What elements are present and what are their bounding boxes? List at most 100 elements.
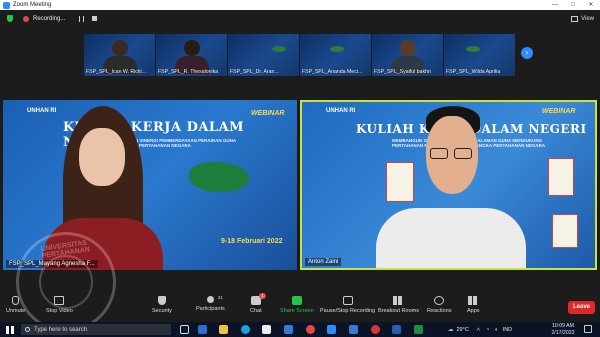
breakout-rooms-label: Breakout Rooms bbox=[378, 308, 419, 314]
microphone-muted-icon bbox=[12, 296, 20, 305]
map-graphic bbox=[330, 46, 344, 52]
unmute-button[interactable]: Unmute bbox=[6, 296, 25, 314]
participants-icon: 21 bbox=[206, 295, 223, 303]
recording-control-label: Pause/Stop Recording bbox=[320, 308, 376, 314]
app-taskbar-icon[interactable] bbox=[371, 325, 380, 334]
glasses-left bbox=[430, 148, 448, 159]
pause-recording-icon[interactable] bbox=[79, 15, 85, 22]
participant-name: FSP_SPL_Syaiful bakhri bbox=[374, 69, 431, 75]
share-screen-icon bbox=[291, 296, 302, 305]
shield-icon[interactable] bbox=[7, 15, 13, 22]
volume-icon[interactable]: ◖ bbox=[494, 327, 497, 333]
participant-name: FSP_SPL_Wilda Aprilia bbox=[446, 69, 501, 75]
stop-video-label: Stop Video bbox=[46, 308, 73, 314]
taskbar-clock[interactable]: 10:09 AM 2/17/2022 bbox=[550, 322, 576, 337]
wifi-icon[interactable]: ◔ bbox=[486, 327, 489, 333]
participant-thumbnail[interactable]: FSP_SPL_Dr. Aran... bbox=[228, 34, 299, 76]
stop-recording-icon[interactable] bbox=[92, 16, 98, 21]
banner-webinar: WEBINAR bbox=[251, 110, 285, 117]
app-taskbar-icon[interactable] bbox=[198, 325, 207, 334]
glasses-right bbox=[454, 148, 472, 159]
clock-time: 10:09 AM bbox=[552, 323, 574, 329]
security-button[interactable]: Security bbox=[152, 296, 172, 314]
store-icon[interactable] bbox=[262, 325, 271, 334]
weather-temperature[interactable]: 29°C bbox=[457, 327, 469, 333]
banner-org: UNHAN RI bbox=[326, 108, 356, 114]
mail-icon[interactable] bbox=[284, 325, 293, 334]
map-graphic bbox=[466, 46, 480, 52]
share-screen-label: Share Screen bbox=[280, 308, 314, 314]
grid-icon bbox=[571, 15, 579, 22]
pause-stop-icon bbox=[342, 296, 353, 305]
participant-thumbnail[interactable]: FSP_SPL_Syaiful bakhri bbox=[372, 34, 443, 76]
participant-thumbnail[interactable]: FSP_SPL_Ananda Meci... bbox=[300, 34, 371, 76]
speaker-photo-card bbox=[386, 162, 414, 202]
maximize-button[interactable]: □ bbox=[564, 0, 582, 10]
shield-icon bbox=[157, 296, 166, 305]
notification-icon[interactable] bbox=[584, 325, 592, 333]
edge-browser-icon[interactable] bbox=[241, 325, 250, 334]
breakout-rooms-button[interactable]: Breakout Rooms bbox=[378, 296, 419, 314]
clock-date: 2/17/2022 bbox=[551, 330, 575, 336]
window-title: Zoom Meeting bbox=[13, 2, 52, 8]
stop-video-button[interactable]: Stop Video bbox=[46, 296, 73, 314]
unmute-label: Unmute bbox=[6, 308, 26, 314]
meeting-controls: Unmute Stop Video Security 21 Participan… bbox=[0, 292, 600, 322]
chat-unread-badge: 1 bbox=[259, 293, 266, 299]
view-label: View bbox=[581, 15, 594, 22]
banner-webinar: WEBINAR bbox=[542, 108, 576, 115]
word-icon[interactable] bbox=[392, 325, 401, 334]
excel-icon[interactable] bbox=[414, 325, 423, 334]
apps-icon bbox=[468, 296, 479, 305]
security-label: Security bbox=[152, 308, 172, 314]
video-tile-active-speaker[interactable]: UNHAN RI WEBINAR KULIAH KERJA DALAM NEGE… bbox=[300, 100, 597, 270]
participant-thumbnail[interactable]: FSP_SPL_Ican W. Ricki... bbox=[84, 34, 155, 76]
map-graphic bbox=[272, 46, 286, 52]
participant-head bbox=[400, 40, 416, 56]
search-placeholder: Type here to search bbox=[34, 326, 88, 333]
recording-label: Recording... bbox=[33, 15, 66, 22]
chrome-browser-icon[interactable] bbox=[306, 325, 315, 334]
view-button[interactable]: View bbox=[571, 15, 594, 22]
smiley-icon bbox=[434, 296, 445, 305]
apps-label: Apps bbox=[467, 308, 480, 314]
apps-button[interactable]: Apps bbox=[467, 296, 480, 314]
participant-thumbnail[interactable]: FSP_SPL_Wilda Aprilia bbox=[444, 34, 515, 76]
participant-thumbnail[interactable]: FSP_SPL_R. Thesalonika bbox=[156, 34, 227, 76]
pause-stop-recording-button[interactable]: Pause/Stop Recording bbox=[320, 296, 375, 314]
participant-name: FSP_SPL_R. Thesalonika bbox=[158, 69, 219, 75]
video-camera-icon bbox=[54, 296, 65, 305]
recording-icon bbox=[23, 15, 29, 22]
participant-name: FSP_SPL_Ananda Meci... bbox=[302, 69, 363, 75]
participant-head bbox=[112, 40, 128, 56]
window-controls: — □ ✕ bbox=[546, 0, 600, 10]
task-view-icon[interactable] bbox=[180, 325, 189, 334]
share-screen-button[interactable]: Share Screen bbox=[280, 296, 314, 314]
chat-label: Chat bbox=[250, 308, 262, 314]
windows-start-icon[interactable] bbox=[6, 325, 14, 334]
leave-button[interactable]: Leave bbox=[568, 301, 595, 314]
file-explorer-icon[interactable] bbox=[219, 325, 228, 334]
chat-button[interactable]: 1 Chat bbox=[250, 293, 266, 314]
presenter-face bbox=[79, 128, 125, 186]
reactions-button[interactable]: Reactions bbox=[427, 296, 451, 314]
banner-org: UNHAN RI bbox=[27, 108, 57, 114]
system-tray: ☁ 29°C ˄ ◔ ◖ IND bbox=[448, 322, 512, 337]
participants-button[interactable]: 21 Participants bbox=[196, 295, 225, 312]
reactions-label: Reactions bbox=[427, 308, 452, 314]
next-page-button[interactable]: › bbox=[521, 47, 533, 59]
speaker-body bbox=[376, 208, 526, 268]
map-graphic bbox=[189, 162, 249, 192]
minimize-button[interactable]: — bbox=[546, 0, 564, 10]
speaker-photo-card bbox=[552, 214, 578, 248]
close-button[interactable]: ✕ bbox=[582, 0, 600, 10]
input-language[interactable]: IND bbox=[503, 327, 512, 333]
participant-head bbox=[184, 40, 200, 56]
zoom-taskbar-icon[interactable] bbox=[327, 325, 336, 334]
taskbar-search-box[interactable]: Type here to search bbox=[21, 324, 171, 335]
meeting-status-row: Recording... View bbox=[0, 10, 600, 27]
tray-chevron-icon[interactable]: ˄ bbox=[477, 327, 480, 333]
chat-icon: 1 bbox=[250, 293, 266, 305]
gallery-strip: FSP_SPL_Ican W. Ricki... FSP_SPL_R. Thes… bbox=[84, 34, 515, 76]
app-taskbar-icon[interactable] bbox=[349, 325, 358, 334]
